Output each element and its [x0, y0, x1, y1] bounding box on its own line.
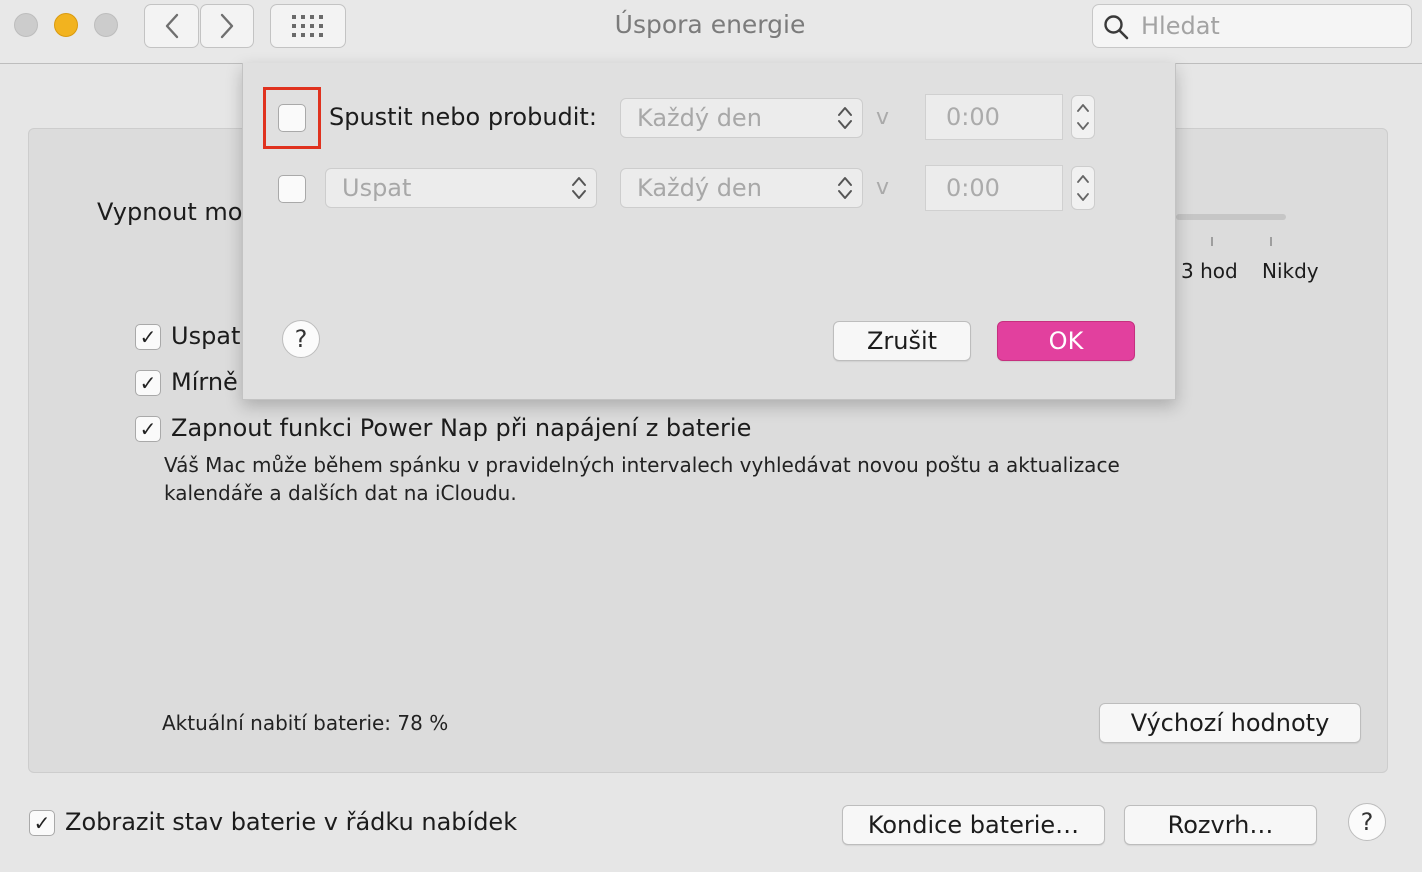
- sleep-checkbox[interactable]: [278, 175, 306, 203]
- search-input[interactable]: [1139, 9, 1403, 43]
- updown-chevron-icon: [572, 177, 586, 199]
- back-button[interactable]: [144, 4, 199, 48]
- ok-button[interactable]: OK: [997, 321, 1135, 361]
- chevron-left-icon: [165, 13, 178, 39]
- option-label: Zapnout funkci Power Nap při napájení z …: [171, 414, 752, 442]
- start-wake-checkbox[interactable]: [278, 104, 306, 132]
- slider-tick: [1270, 237, 1272, 246]
- cancel-button[interactable]: Zrušit: [833, 321, 971, 361]
- schedule-button[interactable]: Rozvrh…: [1124, 805, 1317, 845]
- restore-defaults-button[interactable]: Výchozí hodnoty: [1099, 703, 1361, 743]
- battery-health-button[interactable]: Kondice baterie…: [842, 805, 1105, 845]
- sleep-action-select[interactable]: Uspat: [325, 168, 597, 208]
- battery-status-text: Aktuální nabití baterie: 78 %: [162, 711, 449, 735]
- slider-tick-label: Nikdy: [1262, 259, 1319, 283]
- stepper-arrows-icon: [1077, 104, 1089, 130]
- at-label: v: [876, 105, 890, 130]
- sleep-time-stepper[interactable]: [1071, 166, 1095, 210]
- power-nap-checkbox[interactable]: ✓: [135, 416, 161, 442]
- show-battery-status-checkbox[interactable]: ✓: [29, 810, 55, 836]
- stepper-arrows-icon: [1077, 175, 1089, 201]
- select-value: Každý den: [637, 104, 762, 132]
- zoom-window-button[interactable]: [94, 13, 118, 37]
- close-window-button[interactable]: [14, 13, 38, 37]
- start-wake-time-field[interactable]: 0:00: [925, 94, 1063, 140]
- slider-tick: [1211, 237, 1213, 246]
- option-label: Mírně: [171, 368, 238, 396]
- search-field[interactable]: [1092, 4, 1412, 48]
- updown-chevron-icon: [838, 107, 852, 129]
- dim-display-checkbox[interactable]: ✓: [135, 370, 161, 396]
- sheet-help-button[interactable]: ?: [282, 320, 320, 358]
- slider-track[interactable]: [1176, 214, 1286, 220]
- start-wake-time-stepper[interactable]: [1071, 95, 1095, 139]
- turn-off-display-label: Vypnout mo: [97, 198, 243, 226]
- sleep-day-select[interactable]: Každý den: [620, 168, 863, 208]
- show-battery-status-label: Zobrazit stav baterie v řádku nabídek: [65, 808, 518, 836]
- search-icon: [1104, 15, 1129, 40]
- power-nap-description: Váš Mac může během spánku v pravidelných…: [164, 453, 1120, 477]
- select-value: Každý den: [637, 174, 762, 202]
- help-button[interactable]: ?: [1348, 803, 1386, 841]
- start-wake-day-select[interactable]: Každý den: [620, 98, 863, 138]
- window-title: Úspora energie: [614, 10, 806, 39]
- chevron-right-icon: [220, 13, 234, 39]
- forward-button[interactable]: [200, 4, 254, 48]
- updown-chevron-icon: [838, 177, 852, 199]
- power-nap-description: kalendáře a dalších dat na iCloudu.: [164, 481, 517, 505]
- start-wake-label: Spustit nebo probudit:: [329, 103, 597, 131]
- show-all-button[interactable]: [270, 4, 346, 48]
- slider-tick-label: 3 hod: [1181, 259, 1238, 283]
- grid-icon: [292, 15, 323, 37]
- select-value: Uspat: [342, 174, 412, 202]
- option-label: Uspat: [171, 322, 241, 350]
- sleep-time-field[interactable]: 0:00: [925, 165, 1063, 211]
- at-label: v: [876, 175, 890, 200]
- minimize-window-button[interactable]: [54, 13, 78, 37]
- title-bar: Úspora energie: [0, 0, 1422, 64]
- sleep-disks-checkbox[interactable]: ✓: [135, 324, 161, 350]
